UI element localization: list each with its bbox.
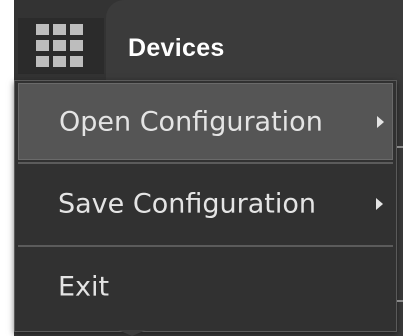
- menu-item-label: Open Configuration: [59, 106, 323, 137]
- menu-item-label: Exit: [58, 271, 110, 303]
- dropdown-menu: Open Configuration Save Configuration Ex…: [14, 80, 397, 332]
- menu-item-label: Save Configuration: [58, 188, 316, 220]
- background-detail: [397, 300, 403, 302]
- grid-icon[interactable]: [36, 24, 86, 68]
- app-window: Devices Open Configuration Save Configur…: [0, 0, 403, 336]
- background-detail: [397, 146, 403, 148]
- menu-item-open-configuration[interactable]: Open Configuration: [18, 83, 393, 160]
- chevron-right-icon: [376, 198, 383, 210]
- menu-separator: [18, 245, 393, 247]
- menu-pointer: [118, 330, 146, 336]
- menu-item-save-configuration[interactable]: Save Configuration: [18, 165, 393, 243]
- menu-item-exit[interactable]: Exit: [18, 248, 393, 326]
- devices-title[interactable]: Devices: [128, 32, 225, 64]
- chevron-right-icon: [377, 115, 384, 128]
- menu-separator: [18, 162, 393, 164]
